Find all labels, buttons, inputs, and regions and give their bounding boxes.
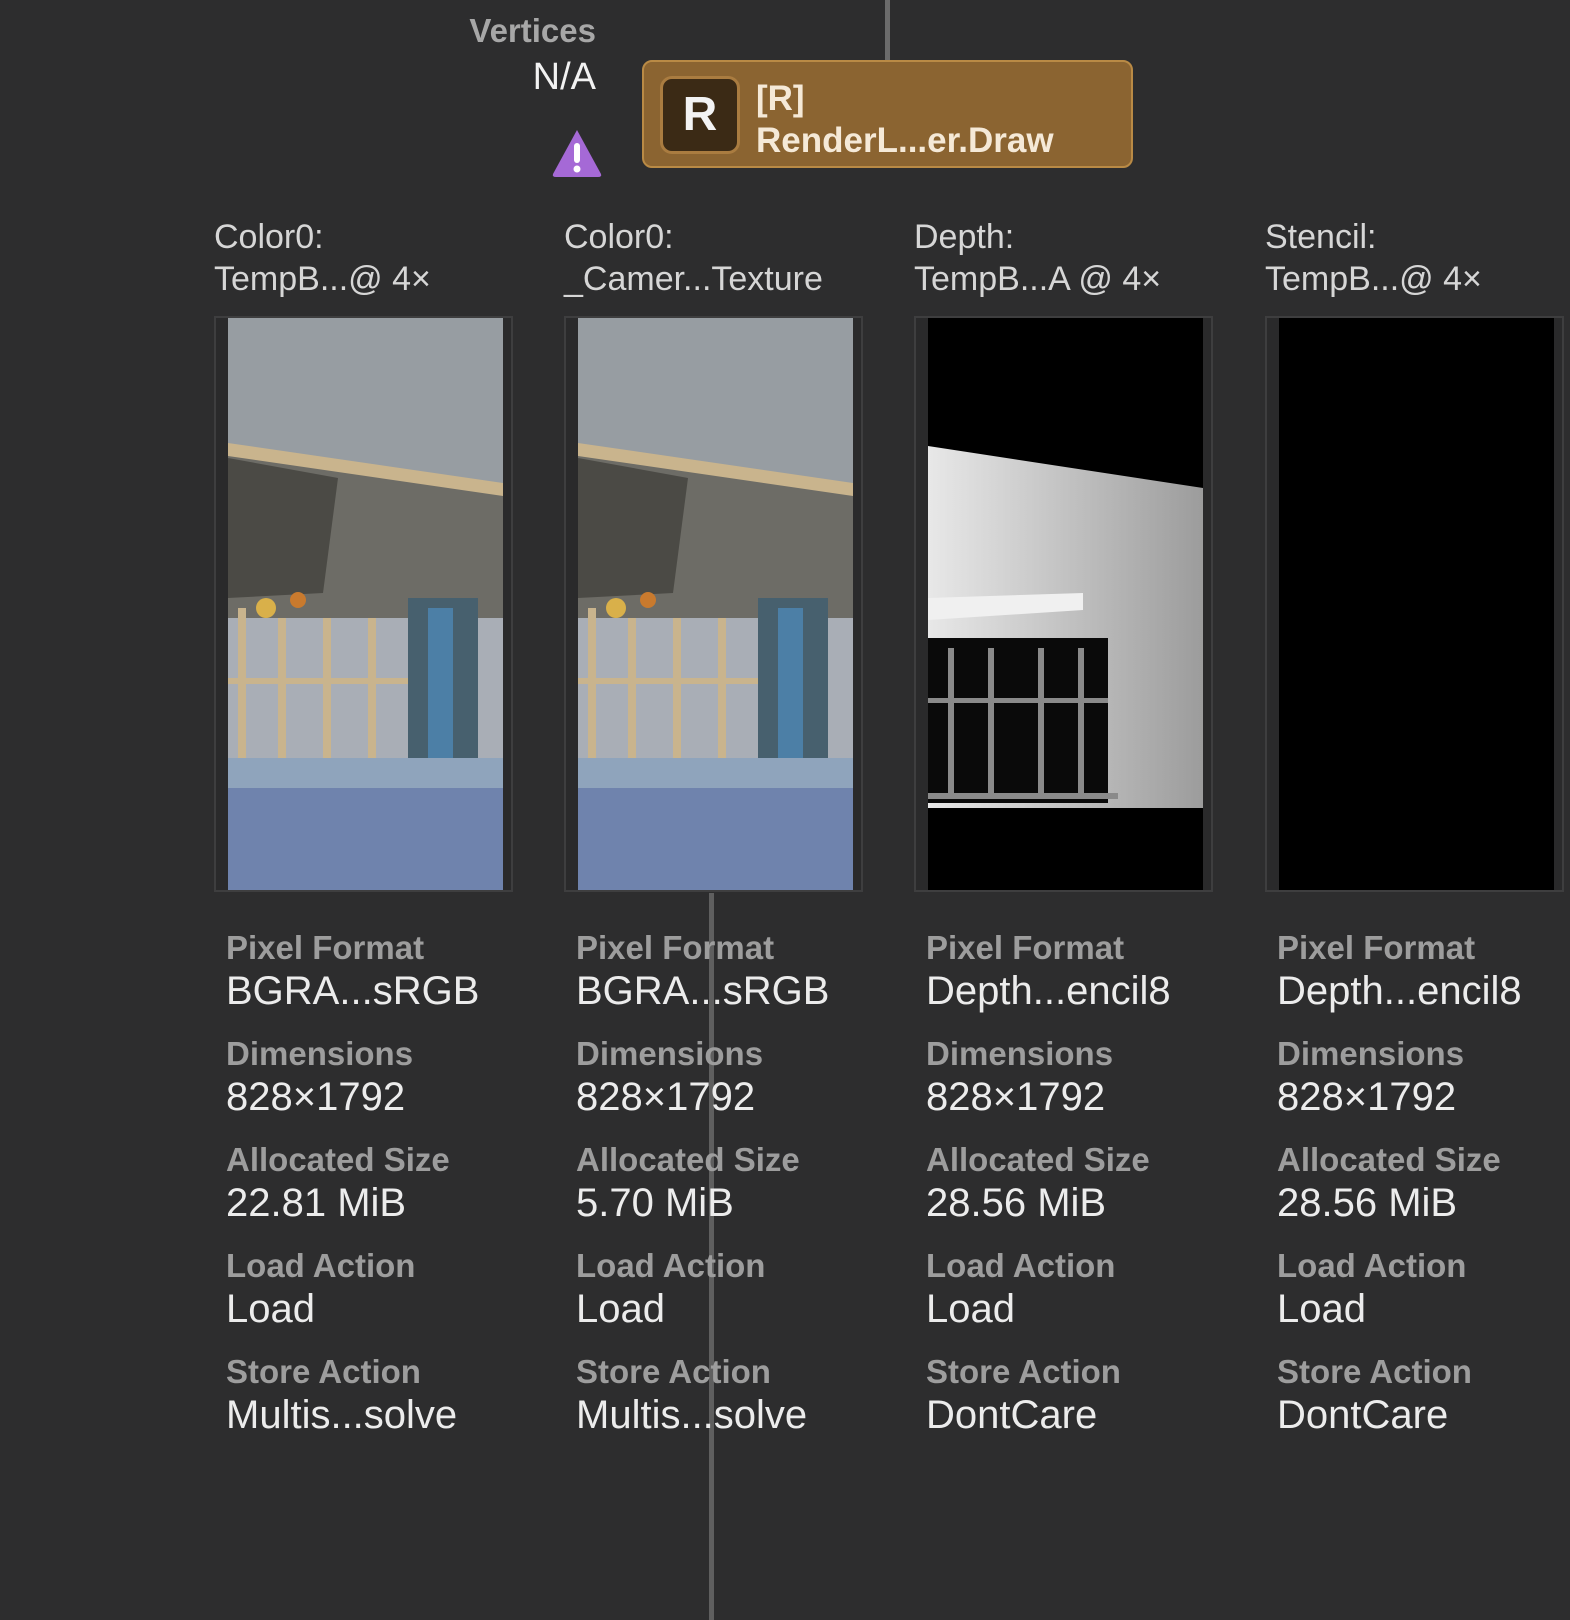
dimensions-value: 828×1792 bbox=[576, 1075, 756, 1119]
attachment-stencil: Stencil: TempB...@ 4× Pixel Format Depth.… bbox=[1265, 216, 1570, 1437]
attachment-properties: Pixel Format BGRA...sRGB Dimensions 828×17… bbox=[576, 928, 829, 1458]
pixel-format-label: Pixel Format bbox=[576, 929, 775, 966]
store-action-value: DontCare bbox=[926, 1393, 1098, 1437]
store-action-label: Store Action bbox=[926, 1353, 1121, 1390]
load-action-label: Load Action bbox=[226, 1247, 416, 1284]
attachment-title: Depth: TempB...A @ 4× bbox=[914, 216, 1244, 300]
allocated-size-label: Allocated Size bbox=[1277, 1141, 1501, 1178]
dimensions-value: 828×1792 bbox=[226, 1075, 406, 1119]
store-action-value: Multis...solve bbox=[226, 1393, 458, 1437]
load-action-label: Load Action bbox=[1277, 1247, 1467, 1284]
attachment-color0-camera: Color0: _Camer...Texture Pixel Format BG… bbox=[564, 216, 894, 1437]
allocated-size-value: 5.70 MiB bbox=[576, 1181, 734, 1225]
pixel-format-value: Depth...encil8 bbox=[1277, 969, 1522, 1013]
texture-thumbnail[interactable] bbox=[214, 316, 513, 892]
attachment-title-line1: Stencil: bbox=[1265, 218, 1377, 256]
render-node-badge: R bbox=[660, 76, 740, 154]
render-node-line1: [R] bbox=[756, 79, 805, 118]
pixel-format-value: BGRA...sRGB bbox=[576, 969, 830, 1013]
load-action-value: Load bbox=[226, 1287, 315, 1331]
attachment-title-line1: Color0: bbox=[214, 218, 324, 256]
attachment-title-line1: Depth: bbox=[914, 218, 1015, 256]
attachment-title-line2: _Camer...Texture bbox=[564, 260, 823, 298]
load-action-label: Load Action bbox=[926, 1247, 1116, 1284]
texture-thumbnail[interactable] bbox=[1265, 316, 1564, 892]
attachment-properties: Pixel Format Depth...encil8 Dimensions 828… bbox=[1277, 928, 1522, 1458]
attachment-title-line2: TempB...@ 4× bbox=[214, 260, 431, 298]
attachment-properties: Pixel Format Depth...encil8 Dimensions 828… bbox=[926, 928, 1171, 1458]
texture-thumbnail[interactable] bbox=[564, 316, 863, 892]
warning-icon[interactable] bbox=[550, 126, 604, 180]
texture-image bbox=[1279, 318, 1554, 890]
dimensions-label: Dimensions bbox=[926, 1035, 1114, 1072]
render-node-line2: RenderL...er.Draw bbox=[756, 121, 1054, 160]
load-action-label: Load Action bbox=[576, 1247, 766, 1284]
vertices-value: N/A bbox=[532, 56, 596, 98]
dimensions-value: 828×1792 bbox=[1277, 1075, 1457, 1119]
allocated-size-value: 28.56 MiB bbox=[1277, 1181, 1458, 1225]
pixel-format-value: Depth...encil8 bbox=[926, 969, 1171, 1013]
load-action-value: Load bbox=[1277, 1287, 1366, 1331]
attachment-properties: Pixel Format BGRA...sRGB Dimensions 828×17… bbox=[226, 928, 479, 1458]
pixel-format-label: Pixel Format bbox=[226, 929, 425, 966]
store-action-label: Store Action bbox=[1277, 1353, 1472, 1390]
dimensions-label: Dimensions bbox=[576, 1035, 764, 1072]
load-action-value: Load bbox=[576, 1287, 665, 1331]
connector-line-top bbox=[885, 0, 890, 62]
texture-image bbox=[578, 318, 853, 890]
vertices-label: Vertices bbox=[469, 12, 596, 49]
attachment-color0-tempb: Color0: TempB...@ 4× Pixel Format BGRA..… bbox=[214, 216, 544, 1437]
attachment-title-line2: TempB...@ 4× bbox=[1265, 260, 1482, 298]
attachment-title: Color0: _Camer...Texture bbox=[564, 216, 894, 300]
attachment-title: Color0: TempB...@ 4× bbox=[214, 216, 544, 300]
pixel-format-value: BGRA...sRGB bbox=[226, 969, 480, 1013]
allocated-size-value: 22.81 MiB bbox=[226, 1181, 407, 1225]
allocated-size-label: Allocated Size bbox=[226, 1141, 450, 1178]
store-action-value: DontCare bbox=[1277, 1393, 1449, 1437]
attachment-title-line1: Color0: bbox=[564, 218, 674, 256]
pixel-format-label: Pixel Format bbox=[1277, 929, 1476, 966]
allocated-size-label: Allocated Size bbox=[926, 1141, 1150, 1178]
texture-image bbox=[928, 318, 1203, 890]
store-action-label: Store Action bbox=[576, 1353, 771, 1390]
dimensions-label: Dimensions bbox=[226, 1035, 414, 1072]
attachment-title: Stencil: TempB...@ 4× bbox=[1265, 216, 1570, 300]
texture-thumbnail[interactable] bbox=[914, 316, 1213, 892]
render-node-label: [R] RenderL...er.Draw bbox=[756, 78, 1054, 162]
render-node[interactable]: R [R] RenderL...er.Draw bbox=[642, 60, 1133, 168]
attachment-title-line2: TempB...A @ 4× bbox=[914, 260, 1162, 298]
dimensions-label: Dimensions bbox=[1277, 1035, 1465, 1072]
dimensions-value: 828×1792 bbox=[926, 1075, 1106, 1119]
load-action-value: Load bbox=[926, 1287, 1015, 1331]
allocated-size-label: Allocated Size bbox=[576, 1141, 800, 1178]
store-action-value: Multis...solve bbox=[576, 1393, 808, 1437]
allocated-size-value: 28.56 MiB bbox=[926, 1181, 1107, 1225]
attachment-depth: Depth: TempB...A @ 4× Pixel Format Depth… bbox=[914, 216, 1244, 1437]
store-action-label: Store Action bbox=[226, 1353, 421, 1390]
pixel-format-label: Pixel Format bbox=[926, 929, 1125, 966]
texture-image bbox=[228, 318, 503, 890]
